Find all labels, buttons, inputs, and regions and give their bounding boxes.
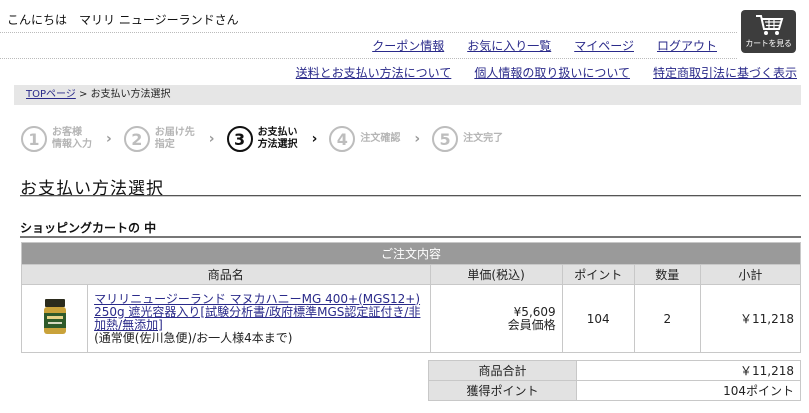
- divider: [0, 32, 737, 33]
- step-delivery: 2 お届け先 指定: [123, 126, 195, 152]
- step-label: お支払い 方法選択: [257, 127, 298, 150]
- earned-points-value: 104ポイント: [576, 380, 801, 401]
- product-thumbnail-cell: [20, 284, 89, 353]
- totals-table: 商品合計 ￥11,218 獲得ポイント 104ポイント: [428, 360, 801, 401]
- nav-legal-notice-link[interactable]: 特定商取引法に基づく表示: [653, 64, 797, 81]
- secondary-nav: 送料とお支払い方法について 個人情報の取り扱いについて 特定商取引法に基づく表示: [296, 64, 797, 81]
- subtotal-cell: ￥11,218: [699, 284, 802, 353]
- step-number: 3: [226, 126, 253, 152]
- nav-favorites-link[interactable]: お気に入り一覧: [467, 37, 551, 54]
- step-payment-method: 3 お支払い 方法選択: [226, 126, 298, 152]
- greeting-text: こんにちは マリリ ニュージーランドさん: [7, 13, 239, 27]
- step-number: 1: [21, 126, 47, 152]
- breadcrumb-current: お支払い方法選択: [90, 89, 171, 100]
- nav-privacy-link[interactable]: 個人情報の取り扱いについて: [474, 64, 630, 81]
- nav-shipping-payment-link[interactable]: 送料とお支払い方法について: [296, 64, 452, 81]
- member-price-label: 会員価格: [507, 317, 556, 332]
- points-cell: 104: [561, 284, 635, 353]
- column-header-subtotal: 小計: [699, 264, 802, 285]
- unit-price: ¥5,609: [513, 304, 556, 319]
- step-arrow-icon: ›: [106, 131, 112, 147]
- product-total-label: 商品合計: [428, 360, 577, 381]
- breadcrumb-separator: >: [75, 89, 91, 100]
- product-name-link[interactable]: マリリニュージーランド マヌカハニーMG 400+(MGS12+) 250g 遮…: [94, 292, 421, 332]
- checkout-steps: 1 お客様 情報入力 › 2 お届け先 指定 › 3 お支払い 方法選択 › 4 注文…: [21, 126, 503, 152]
- product-total-value: ￥11,218: [576, 360, 801, 381]
- step-label: お届け先 指定: [154, 127, 195, 150]
- product-shipping-note: (通常便(佐川急便)/お一人様4本まで): [94, 330, 293, 345]
- quantity-cell: 2: [633, 284, 701, 353]
- step-order-complete: 5 注文完了: [432, 126, 503, 152]
- breadcrumb-home-link[interactable]: TOPページ: [26, 89, 76, 100]
- step-customer-info: 1 お客様 情報入力: [21, 126, 92, 152]
- step-label: 注文完了: [463, 133, 504, 144]
- product-name-cell: マリリニュージーランド マヌカハニーMG 400+(MGS12+) 250g 遮…: [87, 284, 431, 353]
- section-divider: [20, 236, 801, 238]
- step-order-confirm: 4 注文確認: [329, 126, 400, 152]
- table-row: 商品合計 ￥11,218: [428, 360, 801, 381]
- primary-nav: クーポン情報 お気に入り一覧 マイページ ログアウト: [372, 37, 717, 54]
- view-cart-button[interactable]: カートを見る: [741, 10, 796, 53]
- honey-jar-image[interactable]: [42, 298, 68, 336]
- earned-points-label: 獲得ポイント: [428, 380, 577, 401]
- column-header-points: ポイント: [561, 264, 635, 285]
- step-arrow-icon: ›: [208, 131, 215, 147]
- divider: [0, 58, 737, 59]
- step-arrow-icon: ›: [311, 131, 318, 147]
- nav-coupon-link[interactable]: クーポン情報: [372, 37, 444, 54]
- table-row: マリリニュージーランド マヌカハニーMG 400+(MGS12+) 250g 遮…: [20, 284, 802, 353]
- step-label: お客様 情報入力: [52, 127, 92, 150]
- column-header-quantity: 数量: [633, 264, 701, 285]
- view-cart-label: カートを見る: [745, 39, 792, 48]
- column-header-product: 商品名: [21, 264, 431, 285]
- title-divider: [20, 195, 801, 197]
- order-table-caption: ご注文内容: [21, 242, 801, 265]
- order-table: ご注文内容 商品名 単価(税込) ポイント 数量 小計 マリリニュージーランド …: [20, 242, 802, 353]
- step-arrow-icon: ›: [414, 131, 421, 147]
- table-row: 獲得ポイント 104ポイント: [428, 380, 801, 401]
- shopping-cart-icon: [755, 15, 783, 35]
- unit-price-cell: ¥5,609 会員価格: [429, 284, 563, 353]
- nav-mypage-link[interactable]: マイページ: [574, 37, 634, 54]
- column-header-unit-price: 単価(税込): [429, 264, 563, 285]
- step-label: 注文確認: [360, 133, 401, 144]
- step-number: 2: [123, 126, 150, 152]
- section-title: ショッピングカートの 中: [20, 221, 157, 235]
- breadcrumb: TOPページ > お支払い方法選択: [14, 85, 801, 105]
- step-number: 5: [432, 126, 459, 152]
- step-number: 4: [329, 126, 356, 152]
- nav-logout-link[interactable]: ログアウト: [657, 37, 717, 54]
